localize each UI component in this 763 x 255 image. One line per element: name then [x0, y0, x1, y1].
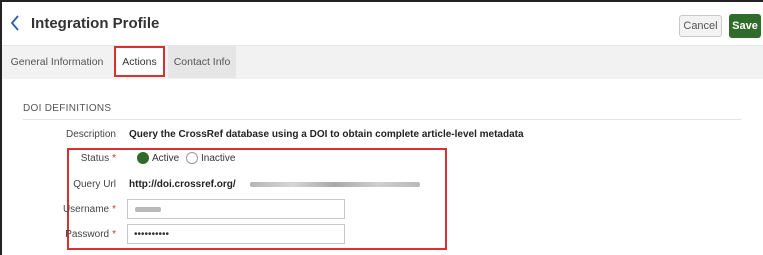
save-button[interactable]: Save — [729, 14, 761, 38]
description-label: Description — [65, 129, 116, 140]
status-label-text: Status — [80, 153, 110, 164]
password-label-text: Password — [65, 229, 110, 240]
page-header: Integration Profile — [2, 2, 763, 46]
password-label: Password * — [6, 229, 116, 240]
chevron-left-icon[interactable] — [8, 13, 22, 33]
username-label: Username * — [6, 204, 116, 215]
cancel-button[interactable]: Cancel — [679, 15, 722, 37]
tab-contact-info[interactable]: Contact Info — [168, 46, 236, 78]
status-active-radio[interactable] — [137, 152, 149, 164]
section-divider — [23, 119, 741, 120]
section-title: DOI DEFINITIONS — [23, 103, 112, 114]
page-title: Integration Profile — [31, 15, 160, 32]
query-url-redacted — [250, 182, 420, 187]
required-mark: * — [112, 204, 116, 215]
description-value: Query the CrossRef database using a DOI … — [129, 129, 524, 140]
password-field[interactable]: •••••••••• — [127, 224, 345, 244]
query-url-label: Query Url — [73, 179, 116, 190]
username-label-text: Username — [62, 204, 110, 215]
required-mark: * — [112, 153, 116, 164]
username-field[interactable] — [127, 199, 345, 219]
required-mark: * — [112, 229, 116, 240]
tab-actions[interactable]: Actions — [114, 46, 165, 77]
tab-general-information[interactable]: General Information — [2, 46, 112, 78]
status-active-label[interactable]: Active — [152, 153, 179, 164]
status-inactive-label[interactable]: Inactive — [201, 153, 235, 164]
status-inactive-radio[interactable] — [186, 152, 198, 164]
status-label: Status * — [6, 153, 116, 164]
query-url-value: http://doi.crossref.org/ — [129, 179, 236, 190]
